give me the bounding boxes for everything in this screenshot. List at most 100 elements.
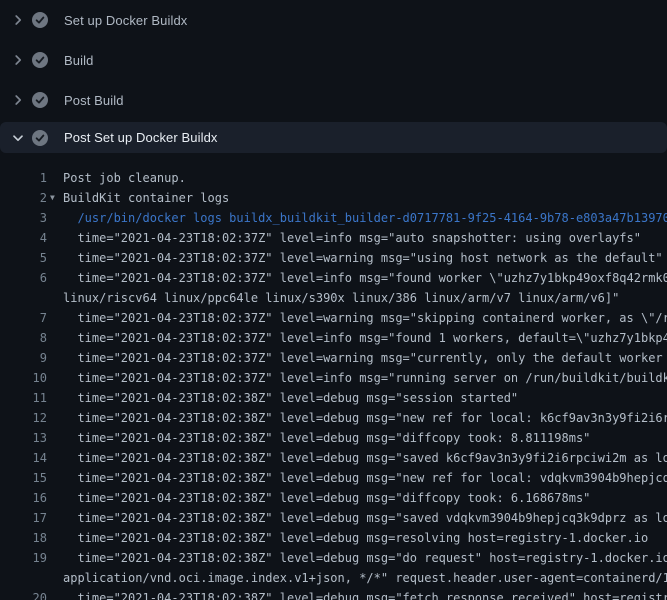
step-section-label: Post Set up Docker Buildx	[64, 130, 218, 145]
log-line-content: Post job cleanup.	[63, 171, 186, 185]
log-line-content: time="2021-04-23T18:02:37Z" level=info m…	[63, 331, 667, 345]
log-row: 11 time="2021-04-23T18:02:38Z" level=deb…	[0, 388, 667, 408]
log-line-text: time="2021-04-23T18:02:37Z" level=info m…	[47, 268, 667, 288]
log-line-content: /usr/bin/docker logs buildx_buildkit_bui…	[63, 211, 667, 225]
log-line-number[interactable]: 10	[0, 368, 47, 388]
log-line-text: time="2021-04-23T18:02:37Z" level=info m…	[47, 328, 667, 348]
log-line-number[interactable]: 6	[0, 268, 47, 288]
log-row: 14 time="2021-04-23T18:02:38Z" level=deb…	[0, 448, 667, 468]
log-row: 4 time="2021-04-23T18:02:37Z" level=info…	[0, 228, 667, 248]
log-row: 10 time="2021-04-23T18:02:37Z" level=inf…	[0, 368, 667, 388]
log-line-number[interactable]: 5	[0, 248, 47, 268]
workflow-step-list: Set up Docker Buildx Build	[0, 0, 667, 153]
log-line-content: time="2021-04-23T18:02:37Z" level=warnin…	[63, 251, 663, 265]
log-line-text: time="2021-04-23T18:02:38Z" level=debug …	[47, 548, 667, 568]
log-line-content: time="2021-04-23T18:02:38Z" level=debug …	[63, 451, 667, 465]
log-row: linux/riscv64 linux/ppc64le linux/s390x …	[0, 288, 667, 308]
log-row: 8 time="2021-04-23T18:02:37Z" level=info…	[0, 328, 667, 348]
log-line-content: time="2021-04-23T18:02:38Z" level=debug …	[63, 411, 667, 425]
log-line-number[interactable]: 16	[0, 488, 47, 508]
log-line-content: linux/riscv64 linux/ppc64le linux/s390x …	[63, 291, 619, 305]
log-group-collapse-icon[interactable]: ▼	[50, 188, 55, 208]
step-success-check-icon	[32, 92, 48, 108]
log-line-text: time="2021-04-23T18:02:37Z" level=warnin…	[47, 308, 667, 328]
step-success-check-icon	[32, 52, 48, 68]
chevron-right-icon	[10, 52, 26, 68]
log-line-content: time="2021-04-23T18:02:37Z" level=info m…	[63, 371, 667, 385]
log-line-content: time="2021-04-23T18:02:37Z" level=info m…	[63, 231, 641, 245]
log-line-text: time="2021-04-23T18:02:38Z" level=debug …	[47, 508, 667, 528]
log-line-text: time="2021-04-23T18:02:38Z" level=debug …	[47, 408, 667, 428]
log-row: 18 time="2021-04-23T18:02:38Z" level=deb…	[0, 528, 667, 548]
log-row: 7 time="2021-04-23T18:02:37Z" level=warn…	[0, 308, 667, 328]
log-line-number[interactable]: 14	[0, 448, 47, 468]
log-line-text: time="2021-04-23T18:02:37Z" level=info m…	[47, 368, 667, 388]
log-line-content: time="2021-04-23T18:02:37Z" level=warnin…	[63, 311, 667, 325]
log-row: 17 time="2021-04-23T18:02:38Z" level=deb…	[0, 508, 667, 528]
log-line-text: linux/riscv64 linux/ppc64le linux/s390x …	[47, 288, 667, 308]
log-line-number[interactable]: 15	[0, 468, 47, 488]
step-success-check-icon	[32, 12, 48, 28]
step-section-row[interactable]: Set up Docker Buildx	[0, 0, 667, 40]
log-line-number[interactable]: 9	[0, 348, 47, 368]
log-line-number[interactable]	[0, 568, 47, 588]
chevron-down-icon	[10, 130, 26, 146]
step-section-row[interactable]: Post Set up Docker Buildx	[0, 122, 667, 153]
log-row: 3 /usr/bin/docker logs buildx_buildkit_b…	[0, 208, 667, 228]
log-line-number[interactable]: 11	[0, 388, 47, 408]
step-section-row[interactable]: Build	[0, 40, 667, 80]
step-success-check-icon	[32, 130, 48, 146]
log-row: 6 time="2021-04-23T18:02:37Z" level=info…	[0, 268, 667, 288]
log-line-number[interactable]: 13	[0, 428, 47, 448]
chevron-right-icon	[10, 12, 26, 28]
log-line-content: time="2021-04-23T18:02:38Z" level=debug …	[63, 431, 590, 445]
log-line-content: time="2021-04-23T18:02:38Z" level=debug …	[63, 471, 667, 485]
log-line-text: time="2021-04-23T18:02:38Z" level=debug …	[47, 468, 667, 488]
log-row: 15 time="2021-04-23T18:02:38Z" level=deb…	[0, 468, 667, 488]
log-row: 16 time="2021-04-23T18:02:38Z" level=deb…	[0, 488, 667, 508]
log-row: 12 time="2021-04-23T18:02:38Z" level=deb…	[0, 408, 667, 428]
log-row: application/vnd.oci.image.index.v1+json,…	[0, 568, 667, 588]
log-line-text: time="2021-04-23T18:02:37Z" level=warnin…	[47, 248, 667, 268]
log-line-number[interactable]: 18	[0, 528, 47, 548]
log-line-text: /usr/bin/docker logs buildx_buildkit_bui…	[47, 208, 667, 228]
log-line-content: time="2021-04-23T18:02:38Z" level=debug …	[63, 591, 667, 600]
log-row: 2 ▼ BuildKit container logs	[0, 188, 667, 208]
log-line-content: time="2021-04-23T18:02:38Z" level=debug …	[63, 551, 667, 565]
log-line-number[interactable]: 19	[0, 548, 47, 568]
log-line-text: time="2021-04-23T18:02:38Z" level=debug …	[47, 448, 667, 468]
log-line-content: time="2021-04-23T18:02:38Z" level=debug …	[63, 491, 590, 505]
log-line-content: time="2021-04-23T18:02:38Z" level=debug …	[63, 531, 648, 545]
log-row: 13 time="2021-04-23T18:02:38Z" level=deb…	[0, 428, 667, 448]
log-line-number[interactable]: 8	[0, 328, 47, 348]
log-line-text: time="2021-04-23T18:02:38Z" level=debug …	[47, 588, 667, 600]
log-line-text: ▼ BuildKit container logs	[47, 188, 667, 208]
log-line-number[interactable]: 12	[0, 408, 47, 428]
log-viewer: 1 Post job cleanup. 2 ▼ BuildKit containe…	[0, 153, 667, 600]
log-row: 9 time="2021-04-23T18:02:37Z" level=warn…	[0, 348, 667, 368]
log-line-number[interactable]: 20	[0, 588, 47, 600]
log-line-text: application/vnd.oci.image.index.v1+json,…	[47, 568, 667, 588]
log-line-content: time="2021-04-23T18:02:37Z" level=warnin…	[63, 351, 667, 365]
log-line-number[interactable]: 4	[0, 228, 47, 248]
step-section-row[interactable]: Post Build	[0, 80, 667, 120]
log-line-number[interactable]: 2	[0, 188, 47, 208]
log-line-text: time="2021-04-23T18:02:38Z" level=debug …	[47, 488, 667, 508]
log-line-number[interactable]: 17	[0, 508, 47, 528]
log-line-content: time="2021-04-23T18:02:37Z" level=info m…	[63, 271, 667, 285]
log-row: 5 time="2021-04-23T18:02:37Z" level=warn…	[0, 248, 667, 268]
step-section-label: Set up Docker Buildx	[64, 13, 187, 28]
log-line-content: time="2021-04-23T18:02:38Z" level=debug …	[63, 511, 667, 525]
log-row: 19 time="2021-04-23T18:02:38Z" level=deb…	[0, 548, 667, 568]
step-section-label: Post Build	[64, 93, 124, 108]
log-line-number[interactable]: 1	[0, 168, 47, 188]
log-line-number[interactable]	[0, 288, 47, 308]
step-section-label: Build	[64, 53, 93, 68]
log-line-number[interactable]: 7	[0, 308, 47, 328]
log-line-text: time="2021-04-23T18:02:38Z" level=debug …	[47, 388, 667, 408]
chevron-right-icon	[10, 92, 26, 108]
log-line-content: application/vnd.oci.image.index.v1+json,…	[63, 571, 667, 585]
log-row: 1 Post job cleanup.	[0, 168, 667, 188]
log-line-number[interactable]: 3	[0, 208, 47, 228]
log-line-content: BuildKit container logs	[63, 191, 229, 205]
